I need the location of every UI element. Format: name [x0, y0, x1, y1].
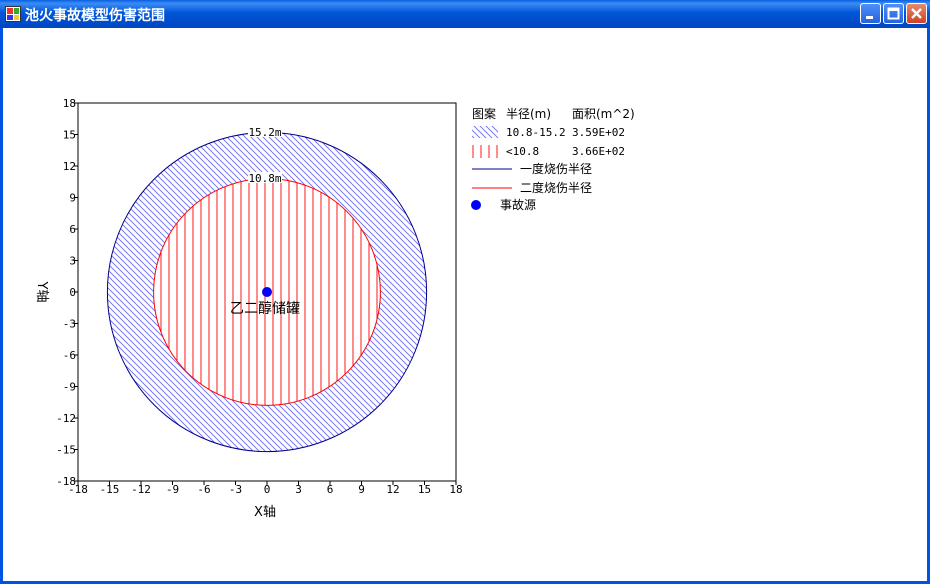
y-tick-label: 0 — [69, 286, 76, 299]
x-tick-label: -9 — [166, 483, 179, 496]
plot-canvas: -18 -15 -12 -9 -6 -3 0 3 6 9 12 15 18 -18 -15 -12 -9 -6 -… — [34, 97, 635, 520]
legend-row1-area: 3.59E+02 — [572, 126, 625, 139]
y-tick-label: -12 — [56, 412, 76, 425]
y-tick-label: -9 — [63, 381, 76, 394]
x-axis: -18 -15 -12 -9 -6 -3 0 3 6 9 12 15 18 — [68, 481, 463, 496]
x-tick-label: -6 — [197, 483, 210, 496]
x-tick-label: 18 — [449, 483, 462, 496]
y-tick-label: -3 — [63, 318, 76, 331]
x-tick-label: 6 — [327, 483, 334, 496]
legend-row2-radius: <10.8 — [506, 145, 539, 158]
x-tick-label: -12 — [131, 483, 151, 496]
y-axis: -18 -15 -12 -9 -6 -3 0 3 6 9 12 15 18 — [56, 97, 78, 488]
y-tick-label: -6 — [63, 349, 76, 362]
legend-source-label: 事故源 — [500, 197, 536, 212]
legend-second-degree-label: 二度烧伤半径 — [520, 180, 592, 195]
x-tick-label: 9 — [358, 483, 365, 496]
x-tick-label: -3 — [229, 483, 242, 496]
source-point — [262, 287, 272, 297]
x-tick-label: 3 — [295, 483, 302, 496]
legend-swatch-vertical-hatch — [472, 145, 500, 158]
legend-header-radius: 半径(m) — [506, 107, 551, 121]
y-axis-label: Y轴 — [34, 281, 49, 303]
x-tick-label: -15 — [100, 483, 120, 496]
y-tick-label: -18 — [56, 475, 76, 488]
y-tick-label: -15 — [56, 444, 76, 457]
legend: 图案 半径(m) 面积(m^2) 10.8-15.2 3.59E+02 <10.… — [471, 106, 635, 212]
x-tick-label: 12 — [386, 483, 399, 496]
legend-first-degree-label: 一度烧伤半径 — [520, 161, 592, 176]
y-tick-label: 9 — [69, 192, 76, 205]
x-tick-label: 0 — [264, 483, 271, 496]
legend-header-pattern: 图案 — [472, 106, 496, 121]
legend-source-dot — [471, 200, 481, 210]
y-tick-label: 6 — [69, 223, 76, 236]
outer-ring-label: 15.2m — [248, 126, 281, 139]
source-label: 乙二醇储罐 — [230, 300, 300, 317]
legend-header-area: 面积(m^2) — [572, 107, 635, 121]
x-axis-label: X轴 — [254, 505, 276, 520]
y-tick-label: 3 — [69, 255, 76, 268]
legend-swatch-diagonal-hatch — [472, 126, 498, 138]
x-tick-label: 15 — [418, 483, 431, 496]
legend-row2-area: 3.66E+02 — [572, 145, 625, 158]
inner-ring-label: 10.8m — [248, 172, 281, 185]
y-tick-label: 15 — [63, 129, 76, 142]
legend-row1-radius: 10.8-15.2 — [506, 126, 566, 139]
y-tick-label: 18 — [63, 97, 76, 110]
y-tick-label: 12 — [63, 160, 76, 173]
